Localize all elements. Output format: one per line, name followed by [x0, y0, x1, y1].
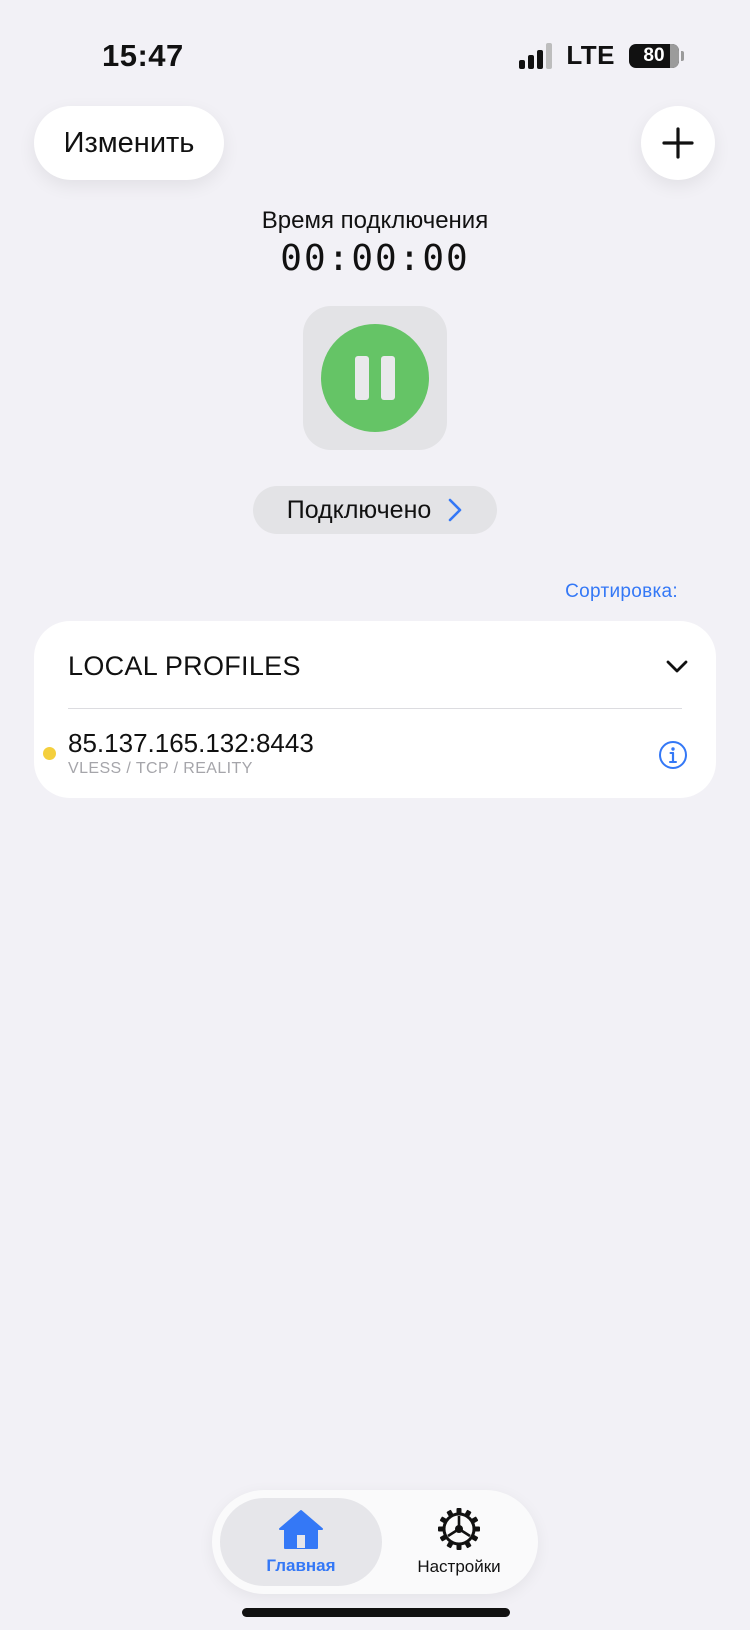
add-button[interactable] — [641, 106, 715, 180]
connection-status-label: Подключено — [286, 495, 432, 524]
tab-settings-label: Настройки — [417, 1557, 501, 1576]
signal-icon — [519, 42, 553, 69]
profiles-card: LOCAL PROFILES 85.137.165.132:8443 VLESS… — [34, 621, 716, 798]
chevron-right-icon — [448, 498, 462, 522]
edit-button[interactable]: Изменить — [34, 106, 224, 180]
sort-button[interactable]: Сортировка: — [565, 581, 678, 603]
connection-status-button[interactable]: Подключено — [253, 486, 497, 534]
divider — [68, 708, 682, 709]
connection-timer: 00:00:00 — [280, 238, 470, 279]
profile-group-title: LOCAL PROFILES — [68, 651, 301, 681]
profile-status-dot — [43, 747, 56, 760]
status-indicators: LTE 80 — [519, 40, 684, 71]
tab-settings[interactable]: Настройки — [384, 1498, 534, 1586]
tab-bar: Главная Настройки — [212, 1490, 538, 1594]
tab-home[interactable]: Главная — [220, 1498, 382, 1586]
gear-icon — [438, 1508, 480, 1550]
connect-toggle-button[interactable] — [303, 306, 447, 450]
chevron-down-icon — [666, 660, 688, 672]
status-time: 15:47 — [102, 38, 184, 73]
pause-icon — [321, 324, 429, 432]
profile-address: 85.137.165.132:8443 — [68, 728, 314, 758]
profile-protocol: VLESS / TCP / REALITY — [68, 760, 253, 777]
network-type: LTE — [566, 40, 615, 70]
profile-group-header[interactable]: LOCAL PROFILES — [68, 651, 688, 682]
battery-level: 80 — [643, 44, 665, 66]
battery-icon: 80 — [629, 43, 684, 68]
tab-home-label: Главная — [266, 1556, 336, 1575]
house-icon — [279, 1510, 323, 1549]
connection-time-label: Время подключения — [261, 207, 489, 234]
info-icon[interactable] — [658, 740, 688, 770]
home-indicator — [242, 1608, 510, 1617]
plus-icon — [662, 127, 694, 159]
